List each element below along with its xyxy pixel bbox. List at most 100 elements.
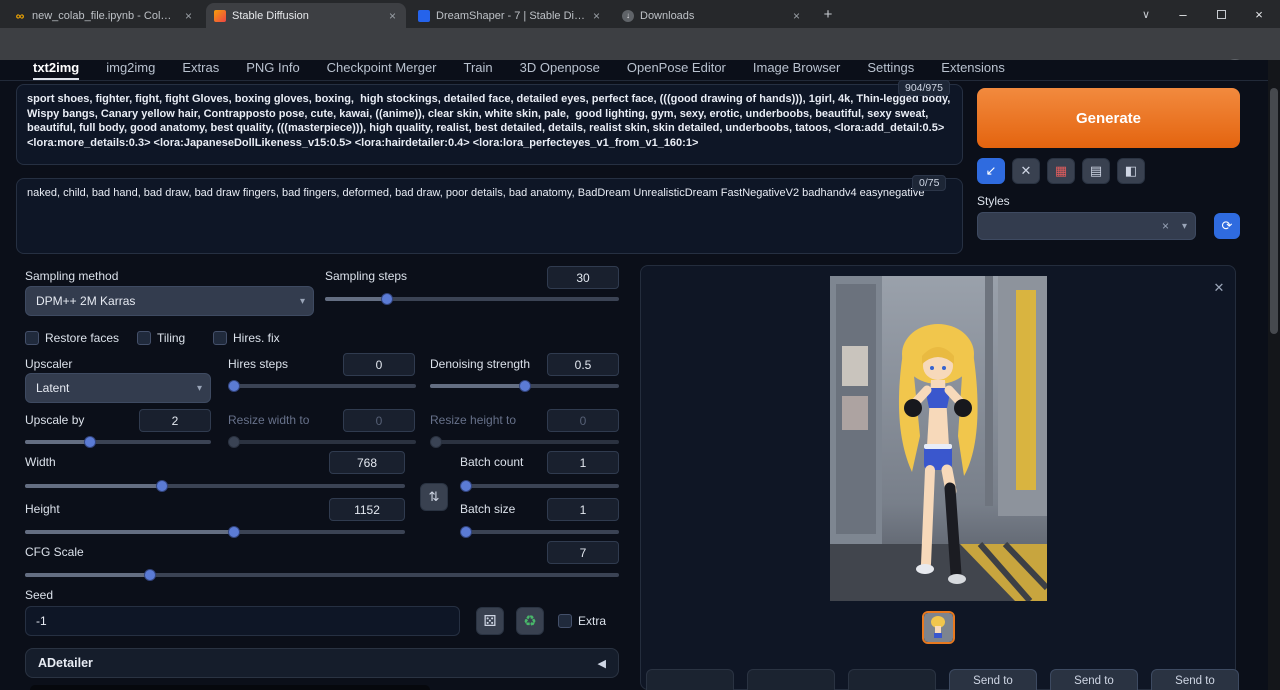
apply-style-clipboard-icon[interactable]: ▤ [1082, 158, 1110, 184]
batch-size-input[interactable]: 1 [547, 498, 619, 521]
cfg-scale-input[interactable]: 7 [547, 541, 619, 564]
checkbox-box[interactable] [558, 614, 572, 628]
clear-styles-icon[interactable]: × [1162, 219, 1169, 233]
denoising-strength-label: Denoising strength [430, 357, 530, 371]
tab-3d-openpose[interactable]: 3D Openpose [520, 60, 600, 80]
browser-tab-downloads[interactable]: ↓ Downloads × [614, 3, 810, 28]
reuse-seed-recycle-icon[interactable]: ♻ [516, 607, 544, 635]
slider-knob[interactable] [228, 380, 240, 392]
seed-input[interactable]: -1 [25, 606, 460, 636]
styles-label: Styles [977, 194, 1010, 208]
checkbox-box[interactable] [137, 331, 151, 345]
hires-fix-checkbox[interactable]: Hires. fix [213, 331, 280, 345]
sampling-method-dropdown[interactable]: DPM++ 2M Karras ▾ [25, 286, 314, 316]
window-close-button[interactable]: × [1240, 0, 1278, 28]
save-style-icon[interactable]: ◧ [1117, 158, 1145, 184]
tab-img2img[interactable]: img2img [106, 60, 155, 80]
gallery-thumbnail[interactable] [922, 611, 955, 644]
scrollbar-thumb[interactable] [1270, 88, 1278, 334]
denoising-strength-input[interactable]: 0.5 [547, 353, 619, 376]
clear-prompt-trash-icon[interactable]: ✕ [1012, 158, 1040, 184]
width-input[interactable]: 768 [329, 451, 405, 474]
prompt-textarea[interactable]: sport shoes, fighter, fight, fight Glove… [16, 84, 963, 165]
upscale-by-slider[interactable] [25, 436, 211, 448]
extra-networks-cards-icon[interactable]: ▦ [1047, 158, 1075, 184]
output-gallery-panel: ✕ [640, 265, 1236, 690]
browser-tab-strip: ∞ new_colab_file.ipynb - Colaborat × Sta… [0, 0, 1280, 28]
tab-openpose-editor[interactable]: OpenPose Editor [627, 60, 726, 80]
slider-knob[interactable] [381, 293, 393, 305]
tab-close-icon[interactable]: × [183, 9, 194, 23]
extra-seed-checkbox[interactable]: Extra [558, 614, 606, 628]
slider-knob[interactable] [519, 380, 531, 392]
styles-dropdown[interactable]: × ▾ [977, 212, 1196, 240]
slider-knob [430, 436, 442, 448]
send-to-inpaint-button[interactable]: Send to [1050, 669, 1138, 690]
checkbox-box[interactable] [25, 331, 39, 345]
send-to-extras-button[interactable]: Send to [1151, 669, 1239, 690]
open-folder-button[interactable] [646, 669, 734, 690]
tab-train[interactable]: Train [464, 60, 493, 80]
height-slider[interactable] [25, 526, 405, 538]
tab-close-icon[interactable]: × [387, 9, 398, 23]
slider-knob[interactable] [156, 480, 168, 492]
paste-generation-params-icon[interactable]: ↙ [977, 158, 1005, 184]
refresh-styles-icon[interactable]: ⟳ [1214, 213, 1240, 239]
sampling-method-value: DPM++ 2M Karras [36, 294, 135, 308]
tab-png-info[interactable]: PNG Info [246, 60, 299, 80]
checkbox-box[interactable] [213, 331, 227, 345]
batch-size-slider[interactable] [460, 526, 619, 538]
upscaler-dropdown[interactable]: Latent ▾ [25, 373, 211, 403]
browser-tab-dreamshaper[interactable]: DreamShaper - 7 | Stable Diffusio × [410, 3, 610, 28]
window-minimize-button[interactable]: – [1164, 0, 1202, 28]
upscale-by-input[interactable]: 2 [139, 409, 211, 432]
browser-tab-stable-diffusion[interactable]: Stable Diffusion × [206, 3, 406, 28]
slider-knob[interactable] [228, 526, 240, 538]
prompt-token-counter: 904/975 [898, 80, 950, 96]
tiling-checkbox[interactable]: Tiling [137, 331, 185, 345]
slider-knob[interactable] [460, 480, 472, 492]
tab-extensions[interactable]: Extensions [941, 60, 1005, 80]
hires-steps-slider[interactable] [228, 380, 416, 392]
tab-close-icon[interactable]: × [591, 9, 602, 23]
tab-extras[interactable]: Extras [182, 60, 219, 80]
browser-tab-colab[interactable]: ∞ new_colab_file.ipynb - Colaborat × [6, 3, 202, 28]
slider-knob[interactable] [144, 569, 156, 581]
batch-size-label: Batch size [460, 502, 515, 516]
random-seed-dice-icon[interactable]: ⚄ [476, 607, 504, 635]
adetailer-accordion[interactable]: ADetailer ◀ [25, 648, 619, 678]
tab-settings[interactable]: Settings [867, 60, 914, 80]
tab-checkpoint-merger[interactable]: Checkpoint Merger [327, 60, 437, 80]
tab-title: DreamShaper - 7 | Stable Diffusio [436, 10, 585, 22]
negative-prompt-textarea[interactable]: naked, child, bad hand, bad draw, bad dr… [16, 178, 963, 254]
tab-image-browser[interactable]: Image Browser [753, 60, 840, 80]
tab-search-chevron-icon[interactable]: ∨ [1132, 0, 1160, 28]
sampling-steps-input[interactable]: 30 [547, 266, 619, 289]
batch-count-slider[interactable] [460, 480, 619, 492]
send-to-img2img-button[interactable]: Send to [949, 669, 1037, 690]
browser-toolbar: ← → ⟳ 3a59ec42041dbb46cb.gradio.live ☆ ⋮ [0, 28, 1280, 60]
save-button[interactable] [747, 669, 835, 690]
hires-steps-input[interactable]: 0 [343, 353, 415, 376]
page-scrollbar[interactable] [1268, 60, 1280, 690]
swap-width-height-icon[interactable]: ⇅ [420, 483, 448, 511]
width-slider[interactable] [25, 480, 405, 492]
sampling-steps-slider[interactable] [325, 293, 619, 305]
generated-image[interactable] [830, 276, 1047, 601]
webui-tab-bar: txt2img img2img Extras PNG Info Checkpoi… [0, 60, 1268, 81]
zip-button[interactable] [848, 669, 936, 690]
close-gallery-icon[interactable]: ✕ [1209, 278, 1229, 298]
cfg-scale-slider[interactable] [25, 569, 619, 581]
window-maximize-button[interactable] [1202, 0, 1240, 28]
downloads-favicon: ↓ [622, 10, 634, 22]
tab-txt2img[interactable]: txt2img [33, 60, 79, 80]
slider-knob[interactable] [84, 436, 96, 448]
new-tab-button[interactable]: + [816, 4, 840, 24]
restore-faces-checkbox[interactable]: Restore faces [25, 331, 119, 345]
generate-button[interactable]: Generate [977, 88, 1240, 148]
tab-close-icon[interactable]: × [791, 9, 802, 23]
denoising-strength-slider[interactable] [430, 380, 619, 392]
height-input[interactable]: 1152 [329, 498, 405, 521]
slider-knob[interactable] [460, 526, 472, 538]
batch-count-input[interactable]: 1 [547, 451, 619, 474]
